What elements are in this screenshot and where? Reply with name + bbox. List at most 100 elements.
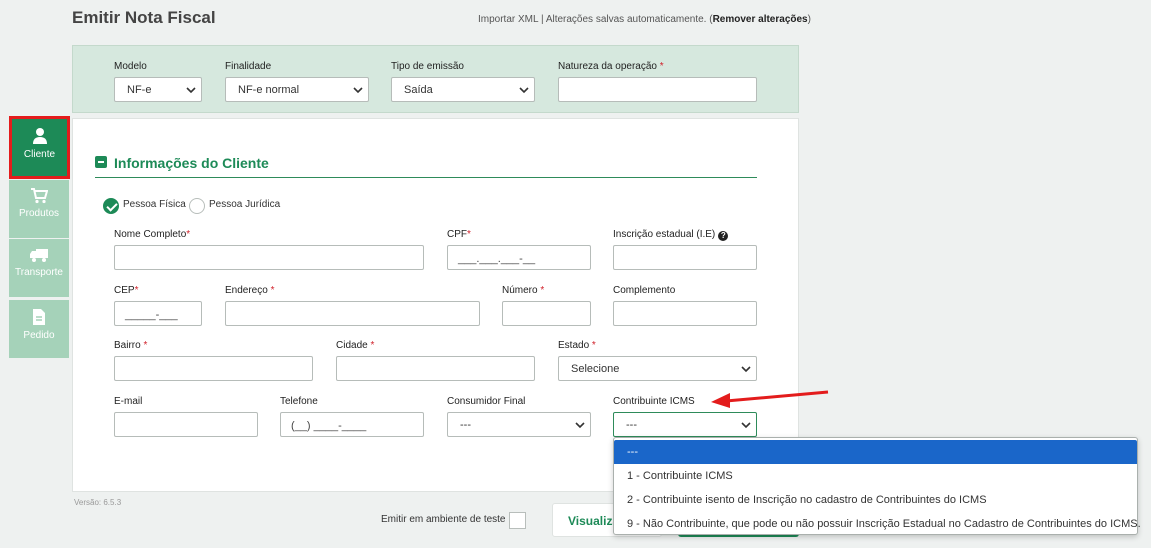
dropdown-option[interactable]: 9 - Não Contribuinte, que pode ou não po… — [614, 512, 1141, 536]
numero-label-text: Número — [502, 285, 538, 296]
estado-label: Estado * — [558, 340, 596, 351]
required-mark: * — [467, 229, 471, 240]
remove-changes-link[interactable]: Remover alterações — [713, 14, 808, 25]
bairro-label-text: Bairro — [114, 340, 141, 351]
annotation-arrow-icon — [711, 390, 829, 408]
finalidade-select[interactable]: NF-e normal — [225, 77, 369, 102]
estado-select[interactable]: Selecione — [558, 356, 757, 381]
modelo-select[interactable]: NF-e — [114, 77, 202, 102]
dropdown-option[interactable]: 1 - Contribuinte ICMS — [614, 464, 1137, 488]
dropdown-option[interactable]: 2 - Contribuinte isento de Inscrição no … — [614, 488, 1137, 512]
import-xml-link[interactable]: Importar XML — [478, 14, 538, 25]
dropdown-option[interactable]: --- — [614, 440, 1137, 464]
numero-input[interactable] — [502, 301, 591, 326]
contribuinte-icms-label: Contribuinte ICMS — [613, 396, 695, 407]
chevron-down-icon — [186, 87, 196, 94]
chevron-down-icon — [741, 422, 751, 429]
numero-label: Número * — [502, 285, 544, 296]
page-title: Emitir Nota Fiscal — [72, 8, 216, 27]
sidebar-item-cliente[interactable]: Cliente — [9, 116, 70, 179]
top-links: Importar XML | Alterações salvas automat… — [478, 14, 811, 25]
autosave-text: Alterações salvas automaticamente. ( — [545, 14, 713, 25]
sidebar-item-label: Pedido — [23, 330, 55, 341]
link-separator: | — [538, 14, 546, 25]
required-mark: * — [134, 285, 139, 296]
test-env-checkbox[interactable] — [509, 512, 526, 529]
radio-pessoa-fisica[interactable] — [103, 198, 119, 214]
cidade-label-text: Cidade — [336, 340, 368, 351]
endereco-label: Endereço * — [225, 285, 275, 296]
cidade-label: Cidade * — [336, 340, 374, 351]
bairro-input[interactable] — [114, 356, 313, 381]
required-mark: * — [659, 61, 664, 72]
telefone-placeholder: (__) ____-____ — [291, 420, 367, 432]
required-mark: * — [370, 340, 375, 351]
chevron-down-icon — [519, 87, 529, 94]
complemento-label: Complemento — [613, 285, 676, 296]
modelo-label: Modelo — [114, 61, 147, 72]
bairro-label: Bairro * — [114, 340, 147, 351]
nome-label-text: Nome Completo — [114, 229, 187, 240]
truck-icon — [30, 249, 48, 262]
telefone-input[interactable]: (__) ____-____ — [280, 412, 424, 437]
sidebar-item-label: Produtos — [18, 208, 60, 219]
sidebar-item-label: Cliente — [23, 149, 56, 160]
required-mark: * — [591, 340, 596, 351]
chevron-down-icon — [353, 87, 363, 94]
cep-placeholder: _____-___ — [125, 309, 178, 321]
cpf-label: CPF* — [447, 229, 471, 240]
chevron-down-icon — [575, 422, 585, 429]
tipo-emissao-value: Saída — [404, 84, 433, 96]
consumidor-final-select[interactable]: --- — [447, 412, 591, 437]
radio-pessoa-juridica[interactable] — [189, 198, 205, 214]
ie-label: Inscrição estadual (I.E)? — [613, 229, 729, 241]
email-input[interactable] — [114, 412, 258, 437]
contribuinte-icms-select[interactable]: --- — [613, 412, 757, 437]
tipo-emissao-label: Tipo de emissão — [391, 61, 464, 72]
help-icon[interactable]: ? — [718, 231, 729, 241]
natureza-label: Natureza da operação * — [558, 61, 664, 72]
endereco-input[interactable] — [225, 301, 480, 326]
version-label: Versão: 6.5.3 — [74, 498, 122, 507]
ie-input[interactable] — [613, 245, 757, 270]
document-icon — [33, 309, 45, 325]
sidebar-item-transporte[interactable]: Transporte — [9, 239, 69, 297]
section-header: Informações do Cliente — [95, 155, 757, 178]
natureza-input[interactable] — [558, 77, 757, 102]
cpf-placeholder: ___.___.___-__ — [458, 253, 536, 265]
estado-value: Selecione — [571, 363, 620, 375]
consumidor-final-value: --- — [460, 419, 471, 431]
complemento-input[interactable] — [613, 301, 757, 326]
nome-input[interactable] — [114, 245, 424, 270]
cpf-label-text: CPF — [447, 229, 467, 240]
contribuinte-icms-dropdown: --- 1 - Contribuinte ICMS 2 - Contribuin… — [613, 437, 1141, 536]
cep-label: CEP* — [114, 285, 138, 296]
telefone-label: Telefone — [280, 396, 318, 407]
chevron-down-icon — [741, 366, 751, 373]
contribuinte-icms-value: --- — [626, 419, 637, 431]
natureza-label-text: Natureza da operação — [558, 61, 657, 72]
required-mark: * — [270, 285, 275, 296]
required-mark: * — [540, 285, 545, 296]
cidade-input[interactable] — [336, 356, 535, 381]
required-mark: * — [143, 340, 148, 351]
endereco-label-text: Endereço — [225, 285, 268, 296]
pessoa-fisica-label: Pessoa Física — [123, 199, 186, 210]
cep-label-text: CEP — [114, 285, 135, 296]
close-paren: ) — [807, 14, 811, 25]
cep-input[interactable]: _____-___ — [114, 301, 202, 326]
estado-label-text: Estado — [558, 340, 590, 351]
consumidor-final-label: Consumidor Final — [447, 396, 526, 407]
collapse-icon[interactable] — [95, 156, 107, 168]
cpf-input[interactable]: ___.___.___-__ — [447, 245, 591, 270]
tipo-emissao-select[interactable]: Saída — [391, 77, 535, 102]
sidebar-item-produtos[interactable]: Produtos — [9, 180, 69, 238]
required-mark: * — [186, 229, 191, 240]
sidebar-item-pedido[interactable]: Pedido — [9, 300, 69, 358]
section-title: Informações do Cliente — [114, 155, 269, 171]
user-icon — [32, 128, 47, 144]
modelo-value: NF-e — [127, 84, 152, 96]
ie-label-text: Inscrição estadual (I.E) — [613, 229, 716, 240]
test-env-label: Emitir em ambiente de teste — [381, 514, 506, 525]
nome-label: Nome Completo* — [114, 229, 190, 240]
